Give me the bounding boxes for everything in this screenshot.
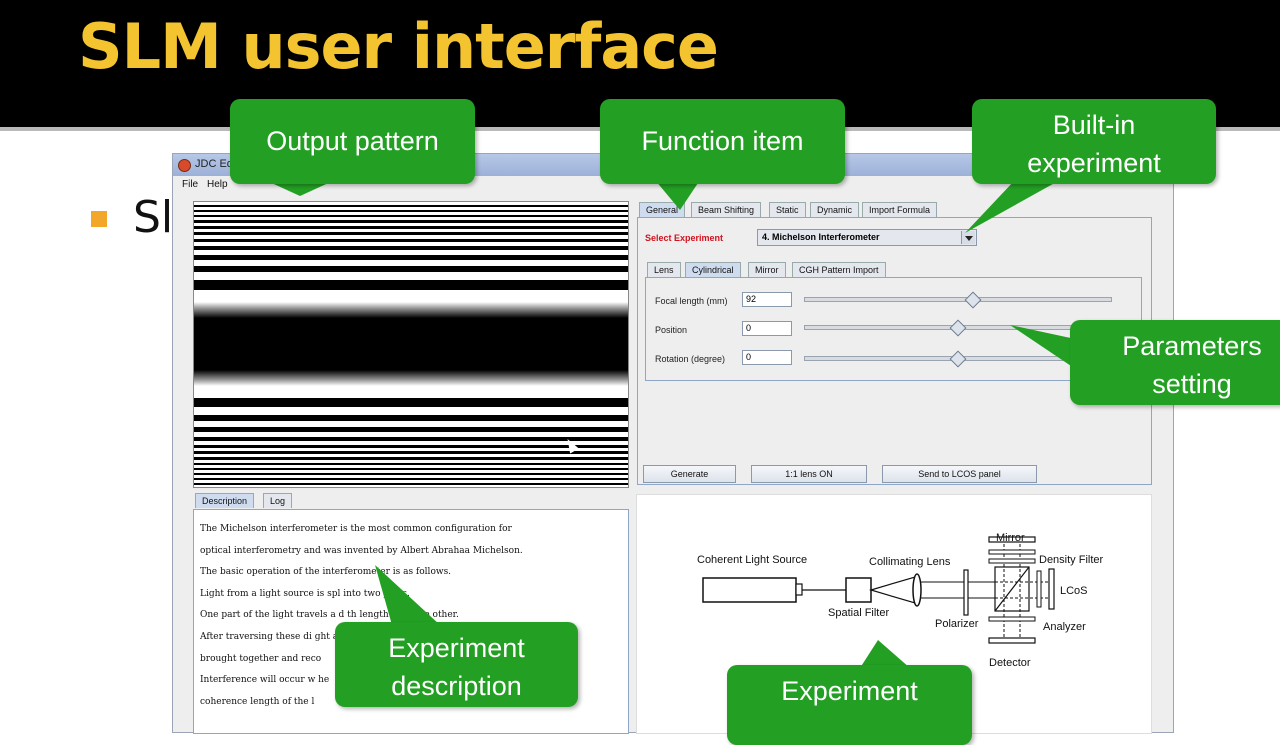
app-icon: [178, 159, 191, 172]
density-filter-shape: [988, 549, 1036, 555]
menu-file[interactable]: File: [182, 179, 198, 190]
rotation-input[interactable]: 0: [742, 350, 792, 365]
callout-text: Parameters: [1122, 331, 1262, 361]
analyzer-plate: [1036, 570, 1042, 608]
callout-text: Built-in: [1052, 110, 1136, 140]
label-coherent-source: Coherent Light Source: [697, 554, 807, 566]
select-experiment-label: Select Experiment: [645, 233, 724, 243]
label-spatial-filter: Spatial Filter: [828, 607, 889, 619]
subtab-mirror[interactable]: Mirror: [748, 262, 786, 277]
callout-text: description: [391, 671, 522, 701]
tab-general[interactable]: General: [639, 202, 686, 217]
callout-text: Experiment: [388, 633, 525, 663]
bullet-text: Sl: [133, 192, 174, 243]
density-filter-shape: [988, 558, 1036, 564]
generate-button[interactable]: Generate: [643, 465, 736, 483]
subtab-lens[interactable]: Lens: [647, 262, 681, 277]
label-polarizer: Polarizer: [935, 618, 979, 630]
chevron-down-icon[interactable]: [961, 231, 975, 244]
callout-experiment-description: Experiment description: [335, 622, 578, 707]
lens-toggle-button[interactable]: 1:1 lens ON: [751, 465, 867, 483]
slider-thumb[interactable]: [949, 350, 967, 368]
label-detector: Detector: [989, 657, 1031, 669]
output-pattern-image: [193, 201, 629, 488]
light-source-box: [702, 577, 797, 603]
description-line: After traversing these di ght are: [200, 632, 348, 642]
callout-text: experiment: [1027, 148, 1161, 178]
position-input[interactable]: 0: [742, 321, 792, 336]
cylindrical-panel: Focal length (mm) 92 Position 0 Rotation…: [645, 277, 1142, 381]
tab-beam-shifting[interactable]: Beam Shifting: [691, 202, 762, 217]
description-line: brought together and reco: [200, 654, 322, 664]
description-line: The basic operation of the interferomete…: [200, 567, 452, 577]
label-analyzer: Analyzer: [1043, 621, 1086, 633]
callout-builtin-experiment: Built-in experiment: [972, 99, 1216, 184]
spatial-filter-box: [845, 577, 872, 603]
experiment-select[interactable]: 4. Michelson Interferometer: [757, 229, 977, 246]
tab-import-formula[interactable]: Import Formula: [862, 202, 938, 217]
focal-length-slider[interactable]: [804, 297, 1112, 302]
bullet-icon: [91, 211, 107, 227]
tab-description[interactable]: Description: [195, 493, 255, 508]
mouse-cursor-icon: [563, 436, 579, 454]
slider-thumb[interactable]: [949, 319, 967, 337]
callout-text: Experiment: [781, 676, 918, 706]
slide-title: SLM user interface: [78, 10, 719, 83]
detector-shape: [988, 637, 1036, 644]
callout-text: Function item: [641, 126, 804, 156]
callout-output-pattern: Output pattern: [230, 99, 475, 184]
tab-log[interactable]: Log: [263, 493, 293, 508]
description-line: Interference will occur w he: [200, 675, 330, 685]
description-line: optical interferometry and was invented …: [200, 546, 523, 556]
slider-thumb[interactable]: [964, 291, 982, 309]
app-window: JDC Edu File Help General Beam Shifting …: [172, 153, 1174, 734]
beam-cone: [868, 576, 916, 604]
lcos-shape: [1048, 568, 1055, 610]
source-nozzle: [795, 583, 803, 596]
label-collimating-lens: Collimating Lens: [869, 556, 951, 568]
menu-help[interactable]: Help: [207, 179, 228, 190]
callout-function-item: Function item: [600, 99, 845, 184]
polarizer-shape: [963, 569, 969, 616]
label-mirror: Mirror: [996, 532, 1025, 544]
label-lcos: LCoS: [1060, 585, 1088, 597]
param-label: Position: [655, 325, 688, 335]
experiment-select-value: 4. Michelson Interferometer: [762, 232, 880, 242]
subtab-cylindrical[interactable]: Cylindrical: [685, 262, 741, 277]
tab-dynamic[interactable]: Dynamic: [810, 202, 860, 217]
collimating-lens-shape: [912, 573, 922, 607]
analyzer-shape: [988, 616, 1036, 622]
description-line: Light from a light source is spl into tw…: [200, 589, 410, 599]
callout-parameters-setting: Parameters setting: [1070, 320, 1280, 405]
callout-experiment-diagram: Experiment: [727, 665, 972, 745]
subtab-cgh-pattern-import[interactable]: CGH Pattern Import: [792, 262, 886, 277]
send-to-lcos-button[interactable]: Send to LCOS panel: [882, 465, 1037, 483]
tab-static[interactable]: Static: [769, 202, 806, 217]
label-density-filter: Density Filter: [1039, 554, 1104, 566]
callout-text: Output pattern: [266, 126, 439, 156]
callout-text: setting: [1152, 369, 1232, 399]
description-line: coherence length of the l: [200, 697, 315, 707]
description-line: The Michelson interferometer is the most…: [200, 524, 512, 534]
description-line: One part of the light travels a d th len…: [200, 610, 459, 620]
focal-length-input[interactable]: 92: [742, 292, 792, 307]
param-label: Rotation (degree): [655, 354, 726, 364]
param-label: Focal length (mm): [655, 296, 728, 306]
